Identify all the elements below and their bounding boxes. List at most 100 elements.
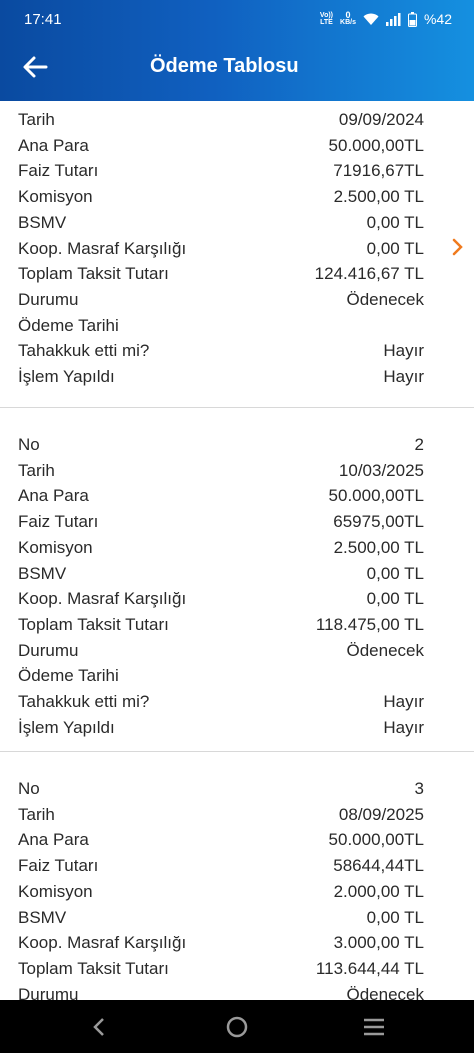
- row-value: Ödenecek: [346, 289, 425, 309]
- row-value: 65975,00TL: [333, 512, 424, 532]
- row-label: Toplam Taksit Tutarı: [18, 264, 169, 284]
- system-nav-bar: [0, 1000, 474, 1053]
- detail-row: Toplam Taksit Tutarı 118.475,00 TL: [18, 612, 424, 638]
- detail-row: Durumu Ödenecek: [18, 982, 424, 1000]
- row-value: 08/09/2025: [338, 804, 424, 824]
- row-label: Toplam Taksit Tutarı: [18, 958, 169, 978]
- row-label: Toplam Taksit Tutarı: [18, 614, 169, 634]
- detail-row: Durumu Ödenecek: [18, 287, 424, 313]
- detail-row: Tahakkuk etti mi? Hayır: [18, 338, 424, 364]
- row-label: Durumu: [18, 640, 79, 660]
- row-value: 2.500,00 TL: [333, 537, 424, 557]
- detail-row: BSMV 0,00 TL: [18, 210, 424, 236]
- row-value: 10/03/2025: [338, 460, 424, 480]
- row-value: 2: [414, 435, 424, 454]
- detail-row: İşlem Yapıldı Hayır: [18, 364, 424, 390]
- volte-indicator: Vo)) LTE: [319, 12, 334, 26]
- installment-card: No 2 Tarih 10/03/2025 Ana Para 50.000,00TL Fai…: [0, 408, 474, 752]
- detail-row: İşlem Yapıldı Hayır: [18, 715, 424, 741]
- detail-row: Ana Para 50.000,00TL: [18, 827, 424, 853]
- row-label: Durumu: [18, 289, 79, 309]
- row-label: Koop. Masraf Karşılığı: [18, 933, 187, 953]
- nav-back-icon[interactable]: [85, 1012, 115, 1042]
- row-value: 2.000,00 TL: [333, 881, 424, 901]
- row-value: 58644,44TL: [333, 856, 424, 876]
- row-value: 3: [414, 779, 424, 798]
- detail-row: Toplam Taksit Tutarı 113.644,44 TL: [18, 956, 424, 982]
- row-label: Tarih: [18, 460, 55, 480]
- detail-row: BSMV 0,00 TL: [18, 561, 424, 587]
- row-label: Koop. Masraf Karşılığı: [18, 238, 187, 258]
- row-value: 0,00 TL: [366, 212, 424, 232]
- row-value: Ödenecek: [346, 640, 425, 660]
- row-label: Faiz Tutarı: [18, 161, 99, 181]
- nav-recents-icon[interactable]: [359, 1012, 389, 1042]
- row-value: 09/09/2024: [338, 110, 424, 129]
- row-label: Komisyon: [18, 537, 93, 557]
- row-label: İşlem Yapıldı: [18, 717, 115, 737]
- installment-card: Tarih 09/09/2024 Ana Para 50.000,00TL Faiz T…: [0, 101, 474, 408]
- detail-row: Ödeme Tarihi: [18, 313, 424, 339]
- detail-row: Tarih 08/09/2025: [18, 802, 424, 828]
- row-value: 0,00 TL: [366, 238, 424, 258]
- row-value: Ödenecek: [346, 984, 425, 1000]
- row-value: 0,00 TL: [366, 589, 424, 609]
- row-value: 50.000,00TL: [328, 135, 424, 155]
- row-label: BSMV: [18, 212, 67, 232]
- detail-row: Tarih 09/09/2024: [18, 107, 424, 133]
- detail-row: Komisyon 2.000,00 TL: [18, 879, 424, 905]
- installment-card: No 3 Tarih 08/09/2025 Ana Para 50.000,00TL Fai…: [0, 752, 474, 1000]
- row-value: Hayır: [383, 692, 424, 711]
- detail-row: Ana Para 50.000,00TL: [18, 483, 424, 509]
- detail-row: Faiz Tutarı 65975,00TL: [18, 509, 424, 535]
- status-icons: Vo)) LTE 0 KB/s %42: [319, 11, 452, 28]
- row-value: 118.475,00 TL: [315, 614, 424, 634]
- detail-row: No 3: [18, 776, 424, 802]
- detail-row: BSMV 0,00 TL: [18, 905, 424, 931]
- arrow-left-icon[interactable]: [20, 52, 50, 82]
- row-label: Ana Para: [18, 486, 89, 506]
- detail-row: Tarih 10/03/2025: [18, 458, 424, 484]
- row-label: No: [18, 779, 40, 798]
- row-value: 50.000,00TL: [328, 830, 424, 850]
- row-label: Faiz Tutarı: [18, 512, 99, 532]
- row-label: Komisyon: [18, 187, 93, 207]
- detail-row: Tahakkuk etti mi? Hayır: [18, 689, 424, 715]
- row-label: No: [18, 435, 40, 454]
- detail-row: Ödeme Tarihi: [18, 663, 424, 689]
- row-value: 3.000,00 TL: [333, 933, 424, 953]
- payment-schedule-list[interactable]: Tarih 09/09/2024 Ana Para 50.000,00TL Faiz T…: [0, 101, 474, 1000]
- row-label: Ödeme Tarihi: [18, 666, 119, 686]
- chevron-right-icon[interactable]: [448, 235, 468, 259]
- wifi-icon: [363, 13, 379, 25]
- row-value: Hayır: [383, 367, 424, 386]
- row-value: Hayır: [383, 341, 424, 361]
- detail-row: Koop. Masraf Karşılığı 0,00 TL: [18, 586, 424, 612]
- row-value: 0,00 TL: [366, 907, 424, 927]
- detail-row: Ana Para 50.000,00TL: [18, 133, 424, 159]
- detail-row: Komisyon 2.500,00 TL: [18, 535, 424, 561]
- detail-row: Faiz Tutarı 58644,44TL: [18, 853, 424, 879]
- row-label: Koop. Masraf Karşılığı: [18, 589, 187, 609]
- status-time: 17:41: [24, 10, 62, 28]
- row-value: Hayır: [383, 717, 424, 737]
- row-label: Tahakkuk etti mi?: [18, 341, 150, 361]
- row-label: Ana Para: [18, 830, 89, 850]
- detail-row: Komisyon 2.500,00 TL: [18, 184, 424, 210]
- row-value: 2.500,00 TL: [333, 187, 424, 207]
- detail-row: Koop. Masraf Karşılığı 3.000,00 TL: [18, 930, 424, 956]
- detail-row: No 2: [18, 432, 424, 458]
- row-label: İşlem Yapıldı: [18, 367, 115, 386]
- row-value: 50.000,00TL: [328, 486, 424, 506]
- detail-row: Toplam Taksit Tutarı 124.416,67 TL: [18, 261, 424, 287]
- signal-icon: [385, 12, 401, 26]
- row-value: 113.644,44 TL: [315, 958, 424, 978]
- nav-home-icon[interactable]: [222, 1012, 252, 1042]
- battery-icon: [407, 11, 417, 27]
- app-bar: Ödeme Tablosu: [0, 38, 474, 96]
- row-label: Ödeme Tarihi: [18, 315, 119, 335]
- detail-row: Koop. Masraf Karşılığı 0,00 TL: [18, 236, 424, 262]
- status-bar: 17:41 Vo)) LTE 0 KB/s %42: [0, 0, 474, 38]
- row-label: Tahakkuk etti mi?: [18, 692, 150, 711]
- row-label: Tarih: [18, 804, 55, 824]
